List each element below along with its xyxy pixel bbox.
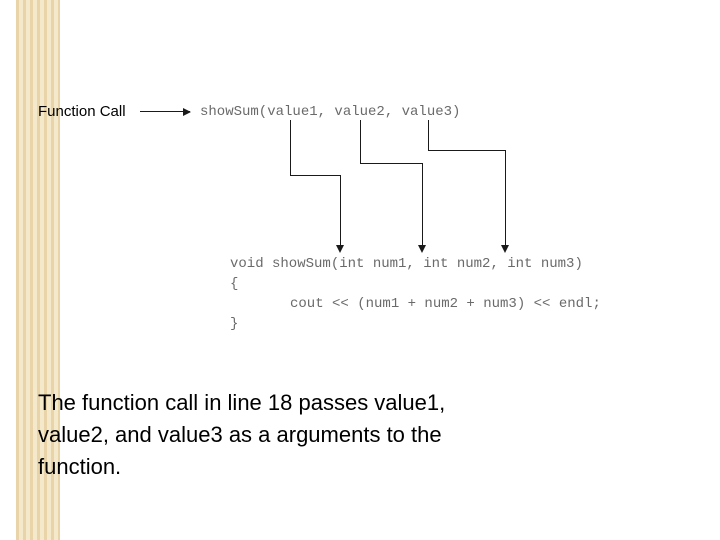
map-line-v3a	[428, 120, 429, 150]
map-line-v1b	[340, 175, 341, 245]
arrowhead-to-num3	[501, 245, 509, 253]
code-def-open-brace: {	[230, 276, 238, 292]
arrow-label-to-call	[140, 111, 190, 112]
map-line-v1a	[290, 120, 291, 175]
code-def-body: cout << (num1 + num2 + num3) << endl;	[290, 296, 601, 312]
explanation-line-3: function.	[38, 452, 121, 483]
map-line-h3	[428, 150, 505, 151]
code-def-close-brace: }	[230, 316, 238, 332]
map-line-h1	[290, 175, 340, 176]
function-call-label: Function Call	[38, 103, 126, 120]
explanation-line-1: The function call in line 18 passes valu…	[38, 388, 445, 419]
code-def-signature: void showSum(int num1, int num2, int num…	[230, 256, 583, 272]
map-line-h2	[360, 163, 422, 164]
arrowhead-to-num1	[336, 245, 344, 253]
map-line-v2b	[422, 163, 423, 245]
explanation-line-2: value2, and value3 as a arguments to the	[38, 420, 442, 451]
code-function-call: showSum(value1, value2, value3)	[200, 104, 460, 120]
map-line-v3b	[505, 150, 506, 245]
map-line-v2a	[360, 120, 361, 163]
arrowhead-to-num2	[418, 245, 426, 253]
